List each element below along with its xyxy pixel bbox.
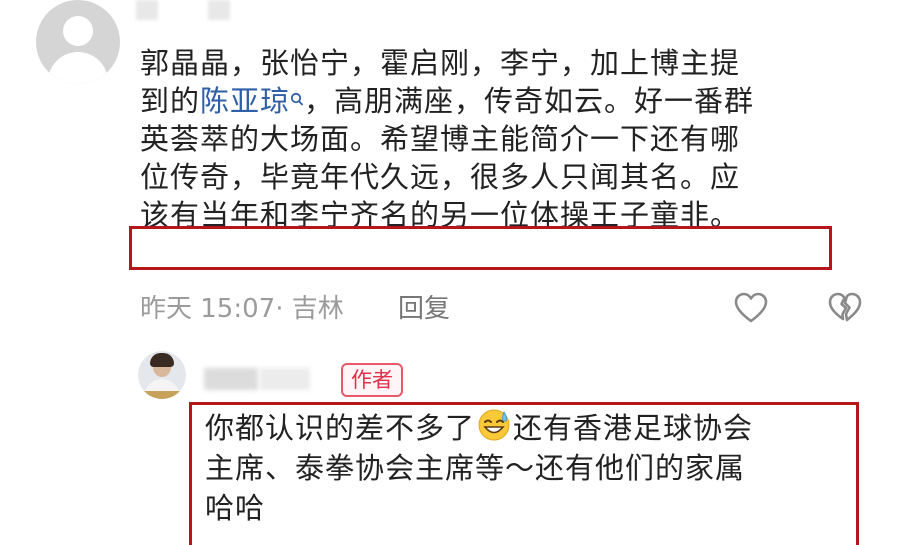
commenter-name-blurred-2 (208, 0, 230, 20)
comment-line-2-start: 到的 (140, 84, 201, 118)
author-name-blurred (204, 368, 258, 390)
avatar-desk-shape (138, 391, 186, 399)
heart-icon[interactable] (734, 292, 768, 324)
author-badge: 作者 (341, 363, 403, 397)
reply-line-1-start: 你都认识的差不多了 (205, 411, 476, 445)
reply-line-1: 你都认识的差不多了 还有香港足球协会 (205, 408, 845, 448)
broken-heart-icon[interactable] (828, 292, 862, 324)
highlight-box-comment (129, 226, 832, 270)
reply-line-3: 哈哈 (205, 491, 266, 525)
search-icon[interactable] (290, 84, 304, 122)
author-avatar[interactable] (138, 351, 186, 399)
commenter-avatar[interactable] (36, 0, 120, 84)
commenter-name-blurred (136, 0, 158, 20)
comment-line-4: 位传奇，毕竟年代久远，很多人只闻其名。应 (140, 160, 741, 194)
avatar-hair-shape (150, 353, 174, 367)
comment-line-2-end: ，高朋满座，传奇如云。好一番群 (304, 84, 755, 118)
reply-text: 你都认识的差不多了 还有香港足球协会 主席、泰拳协会主席等～还有他们的家属 哈哈 (205, 408, 845, 528)
avatar-body-shape (48, 52, 108, 84)
comment-timestamp-location: 昨天 15:07· 吉林 (140, 294, 344, 324)
reply-line-2: 主席、泰拳协会主席等～还有他们的家属 (205, 451, 746, 485)
reply-button[interactable]: 回复 (398, 288, 450, 325)
mention-link[interactable]: 陈亚琼 (200, 84, 290, 118)
reply-line-1-end: 还有香港足球协会 (513, 411, 754, 445)
author-name-blurred-2 (260, 368, 310, 390)
comment-line-3: 英荟萃的大场面。希望博主能简介一下还有哪 (140, 122, 741, 156)
comment-line-2: 到的陈亚琼 ，高朋满座，传奇如云。好一番群 (140, 82, 880, 120)
avatar-head-shape (63, 16, 93, 46)
comment-line-1: 郭晶晶，张怡宁，霍启刚，李宁，加上博主提 (140, 46, 741, 80)
sweat-smile-emoji-icon (477, 408, 511, 442)
comment-text: 郭晶晶，张怡宁，霍启刚，李宁，加上博主提 到的陈亚琼 ，高朋满座，传奇如云。好一… (140, 44, 880, 234)
